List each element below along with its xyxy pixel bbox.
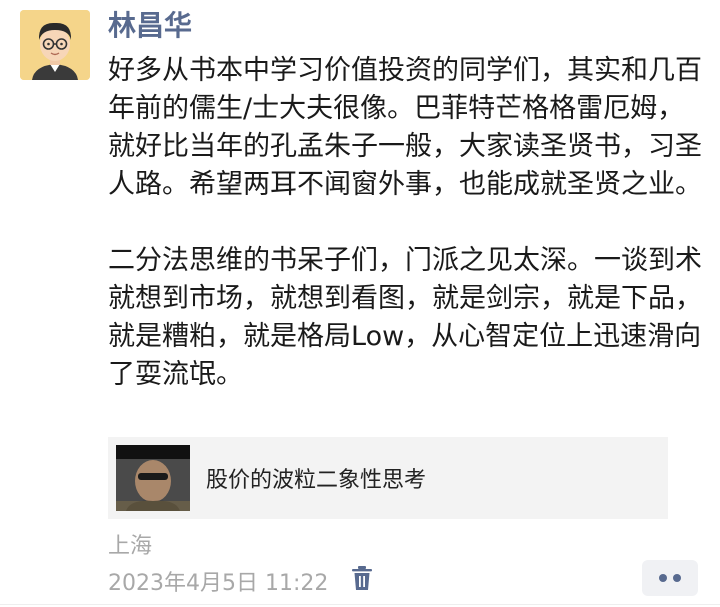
- dot: [659, 574, 667, 582]
- portrait-thumbnail-icon: [116, 445, 190, 511]
- post-paragraph-2: 二分法思维的书呆子们，门派之见太深。一谈到术就想到市场，就想到看图，就是剑宗，就…: [108, 245, 702, 390]
- dot: [673, 574, 681, 582]
- more-dots-icon[interactable]: [642, 560, 698, 596]
- username[interactable]: 林昌华: [108, 8, 192, 44]
- avatar[interactable]: [20, 10, 90, 80]
- post-paragraph-1: 好多从书本中学习价值投资的同学们，其实和几百年前的儒生/士大夫很像。巴菲特芒格格…: [108, 55, 702, 200]
- trash-icon[interactable]: [349, 564, 375, 592]
- location-label[interactable]: 上海: [108, 528, 152, 560]
- divider: [0, 604, 720, 605]
- shared-link-card[interactable]: 股价的波粒二象性思考: [108, 437, 668, 519]
- link-thumbnail: [116, 445, 190, 511]
- post-body: 好多从书本中学习价值投资的同学们，其实和几百年前的儒生/士大夫很像。巴菲特芒格格…: [108, 52, 708, 394]
- cartoon-avatar-icon: [20, 10, 90, 80]
- timestamp: 2023年4月5日 11:22: [108, 571, 329, 596]
- link-title: 股价的波粒二象性思考: [206, 468, 427, 493]
